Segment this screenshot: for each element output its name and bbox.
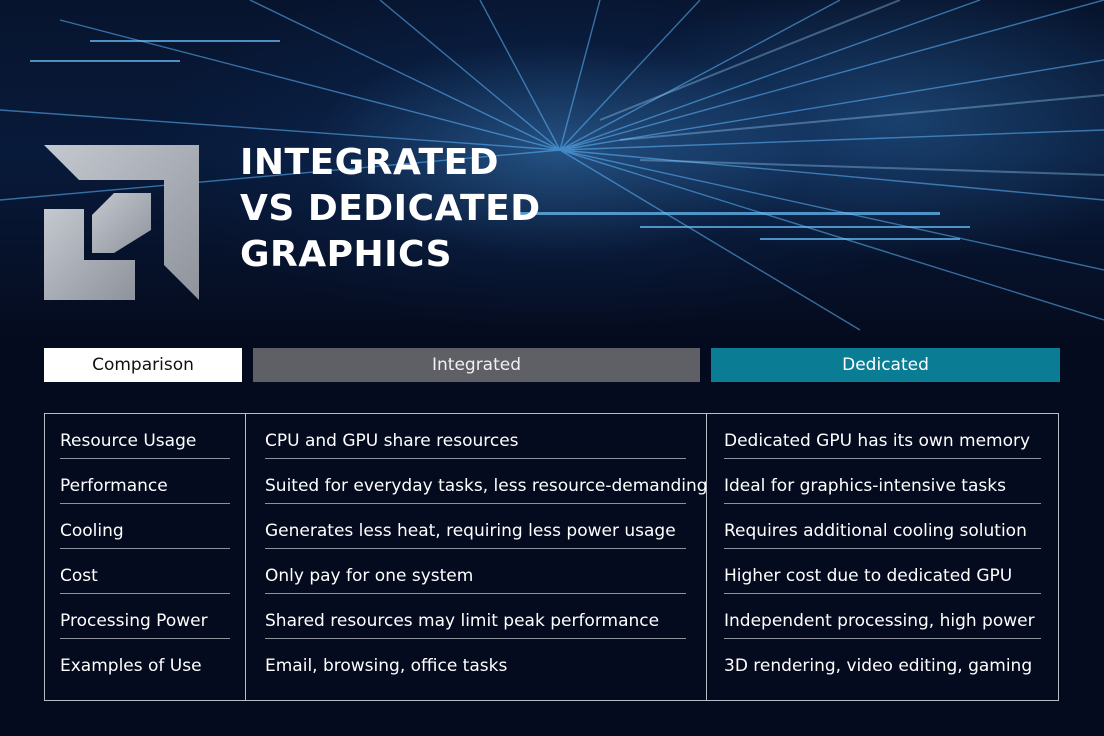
title-line-3: GRAPHICS <box>240 234 453 275</box>
row-label: Processing Power <box>60 594 230 639</box>
integrated-cell: Only pay for one system <box>265 549 686 594</box>
dedicated-cell: Dedicated GPU has its own memory <box>724 414 1041 459</box>
row-label: Cost <box>60 549 230 594</box>
row-label: Cooling <box>60 504 230 549</box>
row-label: Examples of Use <box>60 656 202 676</box>
column-divider <box>706 414 707 700</box>
title-line-1: INTEGRATED <box>240 142 500 183</box>
comparison-table: Resource Usage Performance Cooling Cost … <box>44 413 1059 701</box>
amd-logo-icon <box>44 145 199 300</box>
dedicated-cell: 3D rendering, video editing, gaming <box>724 656 1033 676</box>
integrated-cell: CPU and GPU share resources <box>265 414 686 459</box>
dedicated-cell: Requires additional cooling solution <box>724 504 1041 549</box>
dedicated-header: Dedicated <box>711 348 1060 382</box>
dedicated-cell: Higher cost due to dedicated GPU <box>724 549 1041 594</box>
title-line-2: VS DEDICATED <box>240 188 541 229</box>
page-title: INTEGRATED VS DEDICATED GRAPHICS <box>240 140 541 278</box>
dedicated-cell: Ideal for graphics-intensive tasks <box>724 459 1041 504</box>
integrated-column: CPU and GPU share resources Suited for e… <box>265 414 708 684</box>
column-divider <box>245 414 246 700</box>
integrated-cell: Generates less heat, requiring less powe… <box>265 504 686 549</box>
integrated-cell: Email, browsing, office tasks <box>265 656 508 676</box>
comparison-column: Resource Usage Performance Cooling Cost … <box>60 414 230 684</box>
row-label: Performance <box>60 459 230 504</box>
integrated-cell: Suited for everyday tasks, less resource… <box>265 459 708 504</box>
integrated-cell: Shared resources may limit peak performa… <box>265 594 686 639</box>
comparison-header: Comparison <box>44 348 242 382</box>
row-label: Resource Usage <box>60 414 230 459</box>
dedicated-column: Dedicated GPU has its own memory Ideal f… <box>724 414 1041 684</box>
dedicated-cell: Independent processing, high power <box>724 594 1041 639</box>
integrated-header: Integrated <box>253 348 700 382</box>
